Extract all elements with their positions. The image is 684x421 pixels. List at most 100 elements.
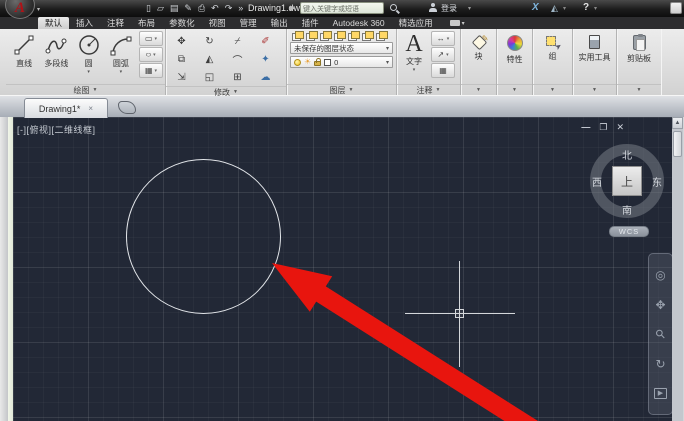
drawn-circle[interactable]	[126, 159, 281, 314]
group-flyout-icon[interactable]: ▼	[550, 87, 555, 93]
fillet-button[interactable]: ⌒	[224, 51, 251, 68]
viewcube-top-face[interactable]: 上	[612, 166, 642, 196]
block-panel-title[interactable]: ▼	[461, 84, 496, 95]
app-menu-button[interactable]: A	[5, 0, 35, 19]
orbit-icon[interactable]: ↻	[655, 358, 665, 370]
tab-annotate[interactable]: 注释	[100, 17, 131, 29]
revision-cloud-button[interactable]: ☁	[252, 69, 279, 86]
trim-button[interactable]: ⌿	[224, 33, 251, 50]
new-file-icon[interactable]: ▯	[146, 2, 151, 14]
utilities-panel-title[interactable]: ▼	[573, 84, 616, 95]
title-flyout-icon[interactable]: ▶	[290, 4, 295, 12]
search-input[interactable]: 键入关键字或短语	[300, 2, 384, 14]
exchange-apps-icon[interactable]: X	[532, 2, 539, 13]
new-drawing-button[interactable]	[118, 101, 136, 114]
stretch-button[interactable]: ⇲	[168, 69, 195, 86]
layer-freeze-icon[interactable]	[334, 31, 344, 40]
layer-dropdown[interactable]: ☀ 0 ▾	[290, 56, 393, 68]
polyline-button[interactable]: 多段线	[40, 31, 72, 69]
tab-manage[interactable]: 管理	[233, 17, 264, 29]
layer-isolate-icon[interactable]	[320, 31, 330, 40]
undo-icon[interactable]: ↶	[211, 2, 219, 14]
layer-off-icon[interactable]	[306, 31, 316, 40]
qat-more-icon[interactable]: »	[238, 2, 243, 14]
group-panel-title[interactable]: ▼	[533, 84, 572, 95]
array-button[interactable]: ⊞	[224, 69, 251, 86]
leader-button[interactable]: ↗▾	[431, 47, 455, 62]
clipboard-button[interactable]: 剪贴板	[619, 31, 659, 64]
close-icon[interactable]: ✕	[616, 122, 624, 133]
circle-caret-icon[interactable]: ▾	[87, 69, 90, 75]
viewcube-west[interactable]: 西	[587, 174, 607, 189]
properties-button[interactable]: 特性	[499, 31, 530, 65]
draw-flyout-icon[interactable]: ▼	[93, 87, 98, 93]
pan-icon[interactable]: ✥	[655, 299, 665, 311]
tab-output[interactable]: 输出	[264, 17, 295, 29]
minimize-icon[interactable]: —	[581, 122, 590, 133]
text-button[interactable]: A 文字 ▾	[399, 31, 429, 73]
clipboard-panel-title[interactable]: ▼	[617, 84, 661, 95]
sign-in-caret-icon[interactable]: ▾	[468, 5, 471, 12]
layer-state-dropdown[interactable]: 未保存的图层状态 ▾	[290, 42, 393, 54]
hatch-caret-icon[interactable]: ▾	[155, 68, 158, 74]
text-caret-icon[interactable]: ▾	[413, 67, 416, 73]
ribbon-minimize-button[interactable]: ▾	[450, 17, 465, 29]
file-tab-drawing1[interactable]: Drawing1* ×	[24, 98, 108, 118]
autodesk-360-icon[interactable]: ◭	[551, 3, 558, 14]
explode-button[interactable]: ✦	[252, 51, 279, 68]
tab-layout[interactable]: 布局	[131, 17, 162, 29]
annotation-panel-title[interactable]: 注释 ▼	[397, 84, 460, 95]
restore-icon[interactable]: ❐	[599, 122, 607, 133]
save-as-icon[interactable]: ✎	[184, 2, 192, 14]
layers-panel-title[interactable]: 图层 ▼	[287, 84, 396, 95]
utilities-flyout-icon[interactable]: ▼	[592, 87, 597, 93]
sign-in-button[interactable]: 登录	[441, 3, 457, 14]
modify-flyout-icon[interactable]: ▼	[233, 89, 238, 95]
rectangle-caret-icon[interactable]: ▾	[155, 36, 158, 42]
layer-match-icon[interactable]	[362, 31, 372, 40]
layer-properties-icon[interactable]	[292, 31, 302, 40]
draw-panel-title[interactable]: 绘图 ▼	[6, 84, 165, 95]
viewcube-south[interactable]: 南	[617, 202, 637, 217]
arc-button[interactable]: 圆弧 ▾	[105, 31, 137, 75]
mirror-button[interactable]: ◭	[196, 51, 223, 68]
layer-unlock-icon[interactable]	[314, 61, 321, 66]
hatch-button[interactable]: ▦▾	[139, 63, 163, 78]
modify-panel-title[interactable]: 修改 ▼	[166, 86, 286, 97]
dimension-button[interactable]: ↔▾	[431, 31, 455, 46]
leader-caret-icon[interactable]: ▾	[446, 52, 449, 58]
arc-caret-icon[interactable]: ▾	[120, 69, 123, 75]
group-button[interactable]: 组	[535, 31, 570, 62]
tab-insert[interactable]: 插入	[69, 17, 100, 29]
drawing-canvas[interactable]: [-][俯视][二维线框] — ❐ ✕ 北 西 东 南 上 WCS ◎ ✥ ⚲ …	[13, 117, 672, 421]
full-nav-wheel-icon[interactable]: ◎	[655, 269, 665, 281]
scale-button[interactable]: ◱	[196, 69, 223, 86]
vertical-scrollbar[interactable]: ▲	[672, 117, 683, 421]
insert-block-button[interactable]: 块	[463, 31, 494, 62]
rectangle-button[interactable]: ▭▾	[139, 31, 163, 46]
showmotion-icon[interactable]: ▶	[654, 388, 667, 399]
layer-thaw-icon[interactable]: ☀	[304, 58, 311, 66]
layer-prev-icon[interactable]	[376, 31, 386, 40]
app-menu-caret-icon[interactable]: ▾	[37, 6, 40, 13]
redo-icon[interactable]: ↷	[225, 2, 233, 14]
tab-parametric[interactable]: 参数化	[162, 17, 202, 29]
open-file-icon[interactable]: ▱	[157, 2, 164, 14]
clipboard-flyout-icon[interactable]: ▼	[637, 87, 642, 93]
block-flyout-icon[interactable]: ▼	[476, 87, 481, 93]
tab-default[interactable]: 默认	[38, 17, 69, 29]
layer-lock-icon[interactable]	[348, 31, 358, 40]
file-tab-close-icon[interactable]: ×	[88, 104, 93, 113]
layers-flyout-icon[interactable]: ▼	[349, 87, 354, 93]
scroll-up-button[interactable]: ▲	[672, 117, 683, 129]
tab-featured-apps[interactable]: 精选应用	[392, 17, 440, 29]
rotate-button[interactable]: ↻	[196, 33, 223, 50]
help-button[interactable]: ?	[583, 2, 589, 13]
wcs-dropdown[interactable]: WCS	[609, 226, 649, 237]
plot-icon[interactable]: ⎙	[198, 2, 205, 14]
tab-plugins[interactable]: 插件	[295, 17, 326, 29]
erase-button[interactable]: ✐	[252, 33, 279, 50]
viewcube-east[interactable]: 东	[647, 174, 667, 189]
line-button[interactable]: 直线	[8, 31, 40, 69]
tab-autodesk360[interactable]: Autodesk 360	[326, 17, 392, 29]
